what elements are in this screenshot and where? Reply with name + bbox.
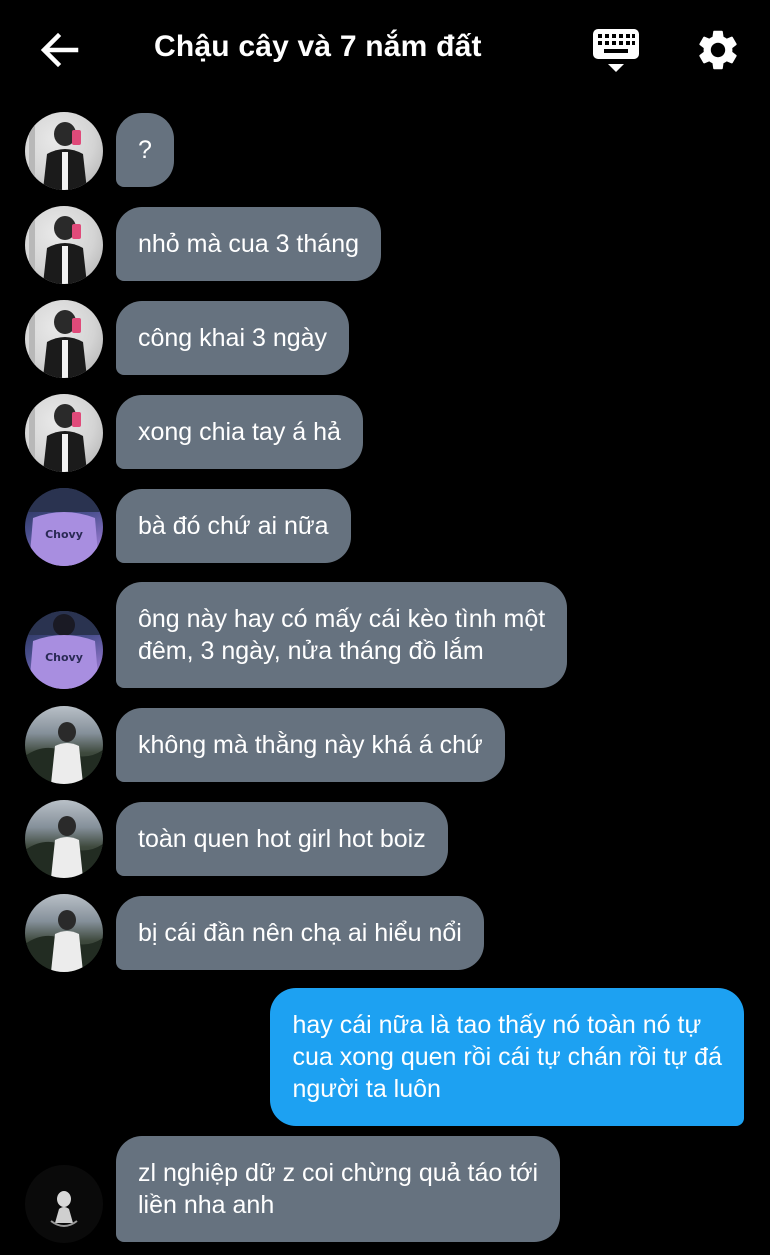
- incoming-message-bubble[interactable]: bị cái đần nên chạ ai hiểu nổi: [116, 896, 484, 970]
- avatar[interactable]: [25, 112, 103, 190]
- chat-header: Chậu cây và 7 nắm đất: [0, 0, 770, 100]
- incoming-message-bubble[interactable]: ông này hay có mấy cái kèo tình một đêm,…: [116, 582, 568, 688]
- incoming-message-bubble[interactable]: xong chia tay á hả: [116, 395, 363, 469]
- incoming-message-bubble[interactable]: công khai 3 ngày: [116, 301, 350, 375]
- settings-button[interactable]: [694, 26, 742, 74]
- arrow-left-icon: [40, 32, 79, 68]
- avatar-chovy-jersey: Chovy: [25, 611, 103, 689]
- incoming-message-bubble[interactable]: bà đó chứ ai nữa: [116, 489, 351, 563]
- incoming-message-bubble[interactable]: zl nghiệp dữ z coi chừng quả táo tới liề…: [116, 1136, 561, 1242]
- avatar[interactable]: [25, 394, 103, 472]
- incoming-message-bubble[interactable]: ?: [116, 113, 174, 187]
- avatar-person-mirror-selfie: [29, 206, 87, 284]
- avatar[interactable]: [25, 300, 103, 378]
- svg-text:Chovy: Chovy: [45, 528, 83, 541]
- avatar-person-mirror-selfie: [29, 112, 87, 190]
- keyboard-button[interactable]: [590, 26, 642, 76]
- svg-text:Chovy: Chovy: [45, 651, 83, 664]
- avatar-dark-figure: [50, 1191, 78, 1227]
- conversation-title: Chậu cây và 7 nắm đất: [154, 30, 482, 63]
- avatar[interactable]: Chovy: [25, 611, 103, 689]
- avatar[interactable]: [25, 206, 103, 284]
- incoming-message-bubble[interactable]: nhỏ mà cua 3 tháng: [116, 207, 381, 281]
- avatar-person-outdoor: [25, 910, 103, 972]
- avatar[interactable]: [25, 894, 103, 972]
- incoming-message-bubble[interactable]: không mà thằng này khá á chứ: [116, 708, 505, 782]
- avatar-person-mirror-selfie: [29, 300, 87, 378]
- avatar[interactable]: [25, 1165, 103, 1243]
- back-button[interactable]: [36, 28, 84, 72]
- incoming-message-bubble[interactable]: toàn quen hot girl hot boiz: [116, 802, 448, 876]
- outgoing-message-bubble[interactable]: hay cái nữa là tao thấy nó toàn nó tự cu…: [270, 988, 744, 1126]
- avatar[interactable]: [25, 800, 103, 878]
- avatar-person-outdoor: [25, 722, 103, 784]
- avatar-person-mirror-selfie: [29, 394, 87, 472]
- avatar[interactable]: Chovy: [25, 488, 103, 566]
- avatar[interactable]: [25, 706, 103, 784]
- avatar-chovy-jersey: Chovy: [25, 488, 103, 566]
- keyboard-icon: [593, 29, 639, 72]
- gear-icon: [699, 30, 737, 70]
- avatar-person-outdoor: [25, 816, 103, 878]
